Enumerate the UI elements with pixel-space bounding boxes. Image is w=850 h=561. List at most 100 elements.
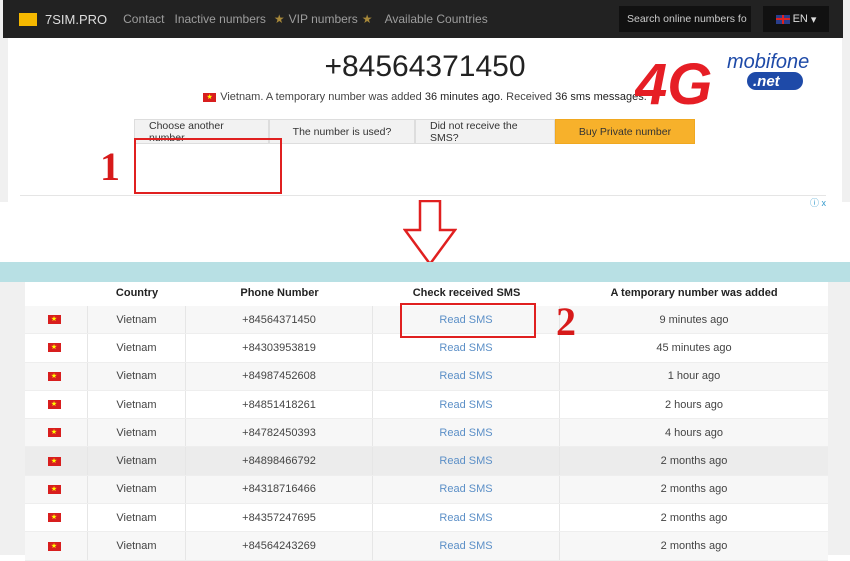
table-row: ★ Vietnam +84898466792 Read SMS 2 months… — [25, 447, 828, 476]
vietnam-flag-icon: ★ — [47, 371, 61, 381]
country: Vietnam — [220, 91, 261, 103]
envelope-icon — [19, 12, 37, 26]
flag-cell: ★ — [25, 390, 88, 419]
added-cell: 2 months ago — [660, 483, 728, 496]
info-text: . A temporary number was added — [260, 91, 425, 103]
vietnam-flag-icon: ★ — [47, 428, 61, 438]
header-country: Country — [115, 287, 159, 299]
flag-cell: ★ — [25, 475, 88, 504]
language-label: EN — [792, 13, 808, 25]
brand-name: 7SIM.PRO — [45, 11, 108, 27]
read-sms-link[interactable]: Read SMS — [373, 419, 560, 447]
added-cell: 2 months ago — [660, 540, 728, 553]
table-row: ★ Vietnam +84318716466 Read SMS 2 months… — [25, 475, 828, 505]
not-received-sms-button[interactable]: Did not receive the SMS? — [415, 119, 555, 144]
annotation-box-2 — [400, 303, 536, 338]
table-header: Country Phone Number Check received SMS … — [25, 283, 828, 303]
header-phone: Phone Number — [240, 287, 319, 299]
country-cell: Vietnam — [88, 334, 186, 362]
info-text: . Received — [500, 91, 556, 103]
phone-cell: +84318716466 — [186, 475, 373, 504]
phone-cell: +84782450393 — [186, 419, 373, 447]
nav-available-countries[interactable]: Available Countries — [385, 12, 488, 26]
ad-info-icon[interactable]: ⓘ x — [810, 196, 826, 209]
star-icon: ★ — [273, 12, 285, 26]
read-sms-link[interactable]: Read SMS — [373, 390, 560, 419]
read-sms-link[interactable]: Read SMS — [373, 334, 560, 362]
brand-logo[interactable]: 7SIM.PRO — [19, 12, 107, 27]
vietnam-flag-icon: ★ — [47, 456, 61, 466]
added-cell: 1 hour ago — [667, 370, 721, 383]
vietnam-flag-icon: ★ — [47, 541, 61, 551]
flag-cell: ★ — [25, 334, 88, 362]
nav-inactive-numbers[interactable]: Inactive numbers — [174, 12, 265, 26]
flag-cell: ★ — [25, 306, 88, 334]
country-cell: Vietnam — [88, 532, 186, 560]
read-sms-link[interactable]: Read SMS — [373, 447, 560, 475]
svg-text:4G: 4G — [635, 52, 712, 108]
mobifone-4g-logo: 4G mobifone .net — [635, 51, 809, 108]
flag-cell: ★ — [25, 419, 88, 447]
annotation-box-1 — [134, 138, 282, 194]
added-cell: 2 months ago — [660, 511, 728, 524]
annotation-number-1: 1 — [100, 144, 120, 189]
added-cell: 4 hours ago — [664, 426, 724, 439]
country-cell: Vietnam — [88, 306, 186, 334]
flag-cell: ★ — [25, 362, 88, 390]
vietnam-flag-icon: ★ — [47, 484, 61, 494]
phone-cell: +84303953819 — [186, 334, 373, 362]
country-cell: Vietnam — [88, 447, 186, 475]
navbar: 7SIM.PRO Contact Inactive numbers ★ VIP … — [3, 0, 843, 38]
phone-cell: +84898466792 — [186, 447, 373, 475]
table-row: ★ Vietnam +84564243269 Read SMS 2 months… — [25, 532, 828, 561]
search-input[interactable]: Search online numbers fo — [619, 6, 751, 32]
phone-cell: +84564371450 — [186, 306, 373, 334]
nav-contact[interactable]: Contact — [123, 12, 164, 26]
table-row: ★ Vietnam +84357247695 Read SMS 2 months… — [25, 504, 828, 533]
country-cell: Vietnam — [88, 362, 186, 390]
read-sms-link[interactable]: Read SMS — [373, 532, 560, 560]
vietnam-flag-icon: ★ — [203, 92, 217, 102]
added-cell: 45 minutes ago — [656, 341, 732, 354]
country-cell: Vietnam — [88, 475, 186, 504]
star-icon: ★ — [361, 12, 373, 26]
down-arrow-icon — [403, 200, 457, 266]
uk-flag-icon — [775, 14, 790, 24]
table-row: ★ Vietnam +84851418261 Read SMS 2 hours … — [25, 390, 828, 420]
buy-private-number-button[interactable]: Buy Private number — [555, 119, 695, 144]
nav-vip-numbers[interactable]: VIP numbers — [289, 12, 358, 26]
read-sms-link[interactable]: Read SMS — [373, 504, 560, 532]
added-cell: 2 months ago — [660, 455, 728, 468]
added-cell: 2 hours ago — [664, 398, 724, 411]
top-screenshot: 7SIM.PRO Contact Inactive numbers ★ VIP … — [0, 0, 850, 208]
caret-down-icon: ▾ — [810, 13, 817, 26]
added-time: 36 minutes ago — [424, 91, 501, 103]
table-row: ★ Vietnam +84782450393 Read SMS 4 hours … — [25, 419, 828, 448]
read-sms-link[interactable]: Read SMS — [373, 475, 560, 504]
header-added: A temporary number was added — [610, 287, 778, 299]
table-body: ★ Vietnam +84564371450 Read SMS 9 minute… — [25, 306, 828, 561]
vietnam-flag-icon: ★ — [47, 513, 61, 523]
vietnam-flag-icon: ★ — [47, 400, 61, 410]
country-cell: Vietnam — [88, 419, 186, 447]
flag-cell: ★ — [25, 532, 88, 560]
phone-cell: +84564243269 — [186, 532, 373, 560]
read-sms-link[interactable]: Read SMS — [373, 362, 560, 390]
country-cell: Vietnam — [88, 390, 186, 419]
flag-cell: ★ — [25, 504, 88, 532]
flag-cell: ★ — [25, 447, 88, 475]
header-check-sms: Check received SMS — [412, 287, 521, 299]
sms-count: 36 sms messages — [555, 91, 644, 103]
language-dropdown[interactable]: EN ▾ — [763, 6, 829, 32]
phone-cell: +84851418261 — [186, 390, 373, 419]
vietnam-flag-icon: ★ — [47, 315, 61, 325]
overlay-band — [0, 262, 850, 282]
vietnam-flag-icon: ★ — [47, 343, 61, 353]
table-row: ★ Vietnam +84303953819 Read SMS 45 minut… — [25, 334, 828, 363]
svg-text:mobifone: mobifone — [727, 51, 809, 73]
phone-cell: +84987452608 — [186, 362, 373, 390]
table-row: ★ Vietnam +84987452608 Read SMS 1 hour a… — [25, 362, 828, 391]
number-used-button[interactable]: The number is used? — [269, 119, 415, 144]
svg-text:.net: .net — [753, 73, 781, 90]
annotation-number-2: 2 — [556, 299, 576, 344]
